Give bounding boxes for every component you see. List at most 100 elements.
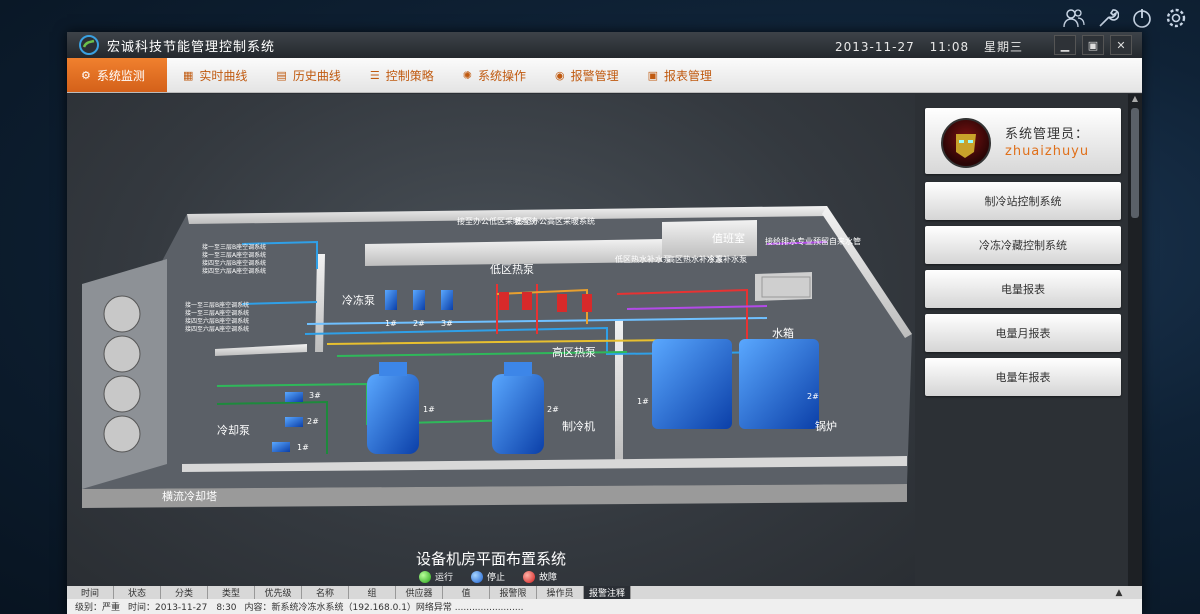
app-logo-icon (79, 35, 99, 55)
col-supplier[interactable]: 供应器 (396, 586, 443, 599)
desktop-toolbar (1062, 6, 1188, 30)
refrigeration-station-button[interactable]: 制冷站控制系统 (925, 182, 1121, 220)
label-ac-system: 接一至三层A座空调系统 (185, 309, 249, 317)
menu-label: 控制策略 (385, 68, 434, 83)
label-boiler: 锅炉 (815, 420, 837, 433)
legend-label: 故障 (539, 573, 558, 583)
close-icon: ✕ (1116, 38, 1126, 52)
expand-alarm-icon[interactable]: ▲ (1096, 586, 1142, 599)
cooling-pump-3[interactable] (285, 392, 303, 402)
col-value[interactable]: 值 (443, 586, 490, 599)
col-operator[interactable]: 操作员 (537, 586, 584, 599)
col-alarm-note[interactable]: 报警注释 (584, 586, 631, 599)
chilled-pump-3[interactable] (441, 290, 453, 310)
user-name: zhuaizhuyu (1005, 144, 1090, 159)
maximize-icon: ▣ (1087, 38, 1099, 52)
legend-fault: 故障 (523, 570, 557, 583)
col-alarm-limit[interactable]: 报警限 (490, 586, 537, 599)
label-ac-system: 接四至六层A座空调系统 (185, 325, 249, 333)
scroll-thumb[interactable] (1131, 108, 1139, 218)
col-type[interactable]: 类型 (208, 586, 255, 599)
cooling-pump-1[interactable] (272, 442, 290, 452)
low-heat-pump-2[interactable] (522, 292, 532, 310)
settings-icon[interactable] (1164, 6, 1188, 30)
clock-weekday: 星期三 (984, 40, 1024, 54)
power-icon[interactable] (1130, 6, 1154, 30)
wrench-icon[interactable] (1096, 6, 1120, 30)
report-icon: ▣ (647, 68, 658, 82)
fan-icon (103, 335, 141, 373)
right-sidebar: 系统管理员： zhuaizhuyu 制冷站控制系统 冷冻冷藏控制系统 电量报表 … (915, 94, 1127, 586)
fan-icon (103, 375, 141, 413)
label-ac-system: 接四至六层A座空调系统 (202, 267, 266, 275)
cold-storage-button[interactable]: 冷冻冷藏控制系统 (925, 226, 1121, 264)
unit-label: 3# (309, 391, 321, 400)
menu-report-management[interactable]: ▣ 报表管理 (632, 58, 725, 92)
alarm-row[interactable]: 级别：严重 时间：2013-11-27 8:30 内容：新系统冷冻水系统（192… (67, 599, 1142, 614)
unit-label: 2# (307, 417, 319, 426)
label-low-heat-pump: 低区热泵 (490, 263, 534, 276)
menu-realtime-curve[interactable]: ▦ 实时曲线 (167, 58, 260, 92)
unit-label: 3# (441, 319, 453, 328)
menu-system-operation[interactable]: ✺ 系统操作 (447, 58, 539, 92)
menu-control-strategy[interactable]: ☰ 控制策略 (354, 58, 447, 92)
chilled-pump-1[interactable] (385, 290, 397, 310)
label-high-heat-pump: 高区热泵 (552, 345, 596, 359)
gear-icon: ✺ (462, 68, 472, 82)
boiler-1[interactable] (652, 339, 732, 429)
label-chiller: 制冷机 (562, 419, 595, 433)
alarm-content: 内容：新系统冷冻水系统（192.168.0.1）网络异常 ...........… (244, 603, 524, 613)
plan-title: 设备机房平面布置系统 (415, 550, 566, 568)
menu-system-monitor[interactable]: ⚙ 系统监测 (67, 58, 167, 92)
users-icon[interactable] (1062, 6, 1086, 30)
menu-alarm-management[interactable]: ◉ 报警管理 (539, 58, 632, 92)
alarm-level: 级别：严重 (75, 603, 121, 613)
power-yearly-report-button[interactable]: 电量年报表 (925, 358, 1121, 396)
chiller-2[interactable] (492, 362, 544, 454)
main-menu: ⚙ 系统监测 ▦ 实时曲线 ▤ 历史曲线 ☰ 控制策略 ✺ 系统操作 ◉ 报警管… (67, 58, 1142, 93)
equipment-room-plan: 冷冻泵 低区热泵 高区热泵 制冷机 冷却泵 横流冷却塔 锅炉 水箱 值班室 低区… (67, 94, 915, 586)
clock-time: 11:08 (929, 40, 970, 54)
power-monthly-report-button[interactable]: 电量月报表 (925, 314, 1121, 352)
chiller-1[interactable] (367, 362, 419, 454)
list-icon: ☰ (369, 68, 380, 82)
high-heat-pump-2[interactable] (582, 294, 592, 312)
col-category[interactable]: 分类 (161, 586, 208, 599)
low-heat-pump-1[interactable] (499, 292, 509, 310)
minimize-button[interactable]: ▁ (1054, 35, 1076, 55)
clock-date: 2013-11-27 (835, 40, 915, 54)
menu-label: 实时曲线 (199, 68, 248, 83)
close-button[interactable]: ✕ (1110, 35, 1132, 55)
col-name[interactable]: 名称 (302, 586, 349, 599)
label-drain-pipe: 接给排水专业预留自来水管 (765, 236, 861, 246)
col-group[interactable]: 组 (349, 586, 396, 599)
label-ac-system: 接一至三层B座空调系统 (202, 243, 266, 251)
unit-label: 1# (637, 397, 649, 406)
app-title: 宏诚科技节能管理控制系统 (107, 39, 276, 55)
sidebar-scrollbar[interactable]: ▲ (1128, 94, 1142, 586)
boiler-2[interactable] (739, 339, 819, 429)
col-status[interactable]: 状态 (114, 586, 161, 599)
monitor-icon: ⚙ (81, 68, 91, 82)
cooling-pump-2[interactable] (285, 417, 303, 427)
fault-status-icon (523, 570, 536, 583)
menu-history-curve[interactable]: ▤ 历史曲线 (260, 58, 353, 92)
maximize-button[interactable]: ▣ (1082, 35, 1104, 55)
menu-label: 系统监测 (96, 68, 145, 83)
minimize-icon: ▁ (1060, 38, 1070, 52)
power-report-button[interactable]: 电量报表 (925, 270, 1121, 308)
unit-label: 1# (423, 405, 435, 414)
status-legend: 运行 停止 故障 (419, 570, 557, 583)
unit-label: 2# (413, 319, 425, 328)
alarm-icon: ◉ (554, 68, 565, 82)
col-priority[interactable]: 优先级 (255, 586, 302, 599)
col-time[interactable]: 时间 (67, 586, 114, 599)
menu-label: 报表管理 (664, 68, 713, 83)
chilled-pump-2[interactable] (413, 290, 425, 310)
scroll-up-icon[interactable]: ▲ (1128, 94, 1142, 106)
legend-label: 运行 (435, 573, 454, 583)
unit-label: 1# (385, 319, 397, 328)
high-heat-pump-1[interactable] (557, 294, 567, 312)
user-role: 系统管理员： (1005, 127, 1090, 142)
label-ac-system: 接四至六层B座空调系统 (202, 259, 266, 267)
